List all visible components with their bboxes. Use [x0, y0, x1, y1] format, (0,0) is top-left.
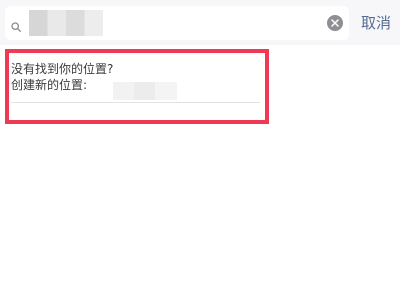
- search-bar: 取消: [0, 0, 400, 45]
- search-box[interactable]: [5, 6, 349, 40]
- no-location-prompt: 没有找到你的位置?: [11, 62, 114, 76]
- create-location-option[interactable]: 创建新的位置:: [11, 78, 87, 93]
- divider: [11, 102, 260, 103]
- clear-search-button[interactable]: [327, 15, 343, 31]
- search-icon: [11, 17, 21, 32]
- cancel-button[interactable]: 取消: [361, 12, 391, 34]
- redacted-location-name: [113, 82, 177, 100]
- redacted-query-text: [29, 10, 103, 36]
- clear-icon: [331, 19, 339, 27]
